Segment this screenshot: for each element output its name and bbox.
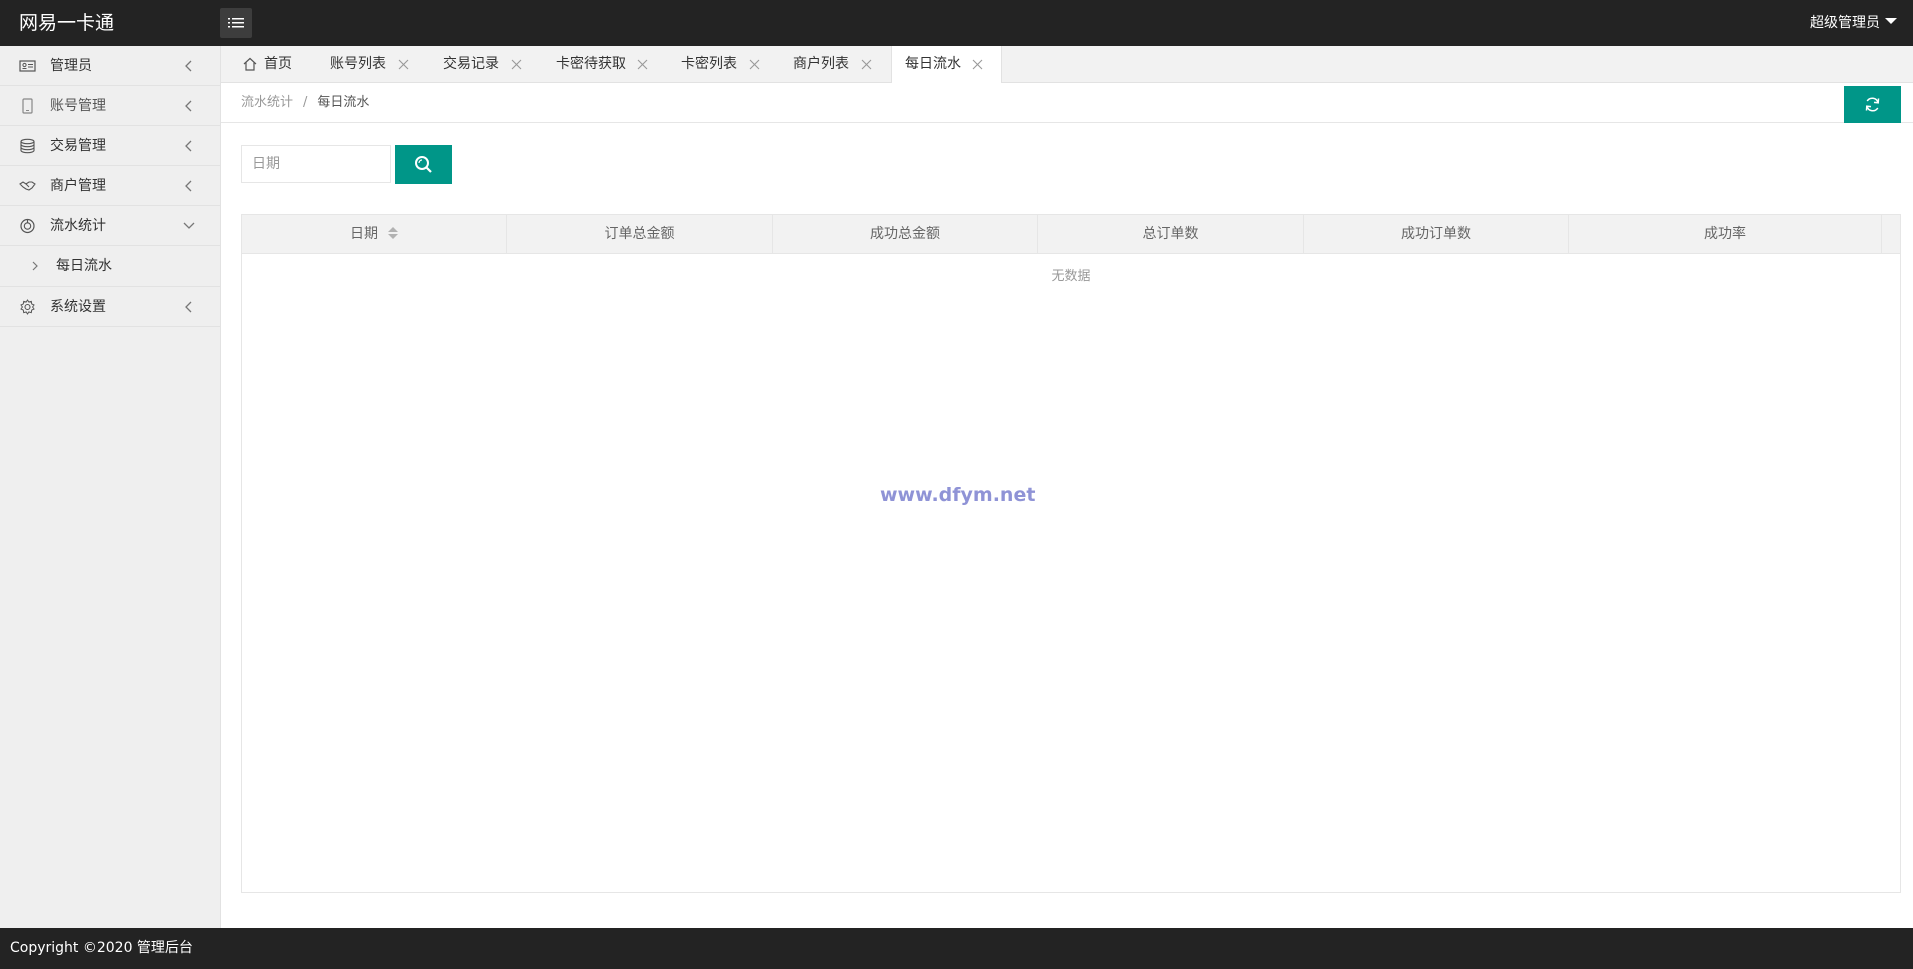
- sidebar-item-label: 管理员: [50, 58, 92, 74]
- tab-merchant-list[interactable]: 商户列表: [793, 46, 893, 83]
- breadcrumb-parent[interactable]: 流水统计: [241, 95, 293, 110]
- top-header: 网易一卡通 超级管理员: [0, 0, 1913, 46]
- column-header-success-total: 成功总金额: [773, 215, 1038, 254]
- sidebar-item-admin[interactable]: 管理员: [0, 46, 220, 86]
- chevron-left-icon: [185, 60, 192, 72]
- empty-state-text: 无数据: [1051, 269, 1091, 284]
- column-header-label: 日期: [350, 226, 378, 242]
- column-header-success-rate: 成功率: [1569, 215, 1882, 254]
- tab-card-list[interactable]: 卡密列表: [681, 46, 781, 83]
- chevron-left-icon: [185, 180, 192, 192]
- tab-label: 商户列表: [793, 56, 849, 72]
- close-icon[interactable]: [511, 59, 522, 70]
- breadcrumb-bar: 流水统计 / 每日流水: [221, 83, 1913, 123]
- sidebar-item-label: 系统设置: [50, 299, 106, 315]
- home-icon: [243, 57, 257, 71]
- tab-trade-records[interactable]: 交易记录: [443, 46, 543, 83]
- sidebar-item-merchant[interactable]: 商户管理: [0, 166, 220, 206]
- tab-label: 每日流水: [905, 56, 961, 72]
- chevron-down-icon: [183, 222, 195, 229]
- sidebar-item-label: 流水统计: [50, 218, 106, 234]
- breadcrumb-current: 每日流水: [317, 95, 370, 110]
- close-icon[interactable]: [398, 59, 409, 70]
- column-header-label: 总订单数: [1142, 226, 1199, 242]
- chart-icon: [20, 218, 35, 234]
- sidebar-item-trade[interactable]: 交易管理: [0, 126, 220, 166]
- breadcrumb: 流水统计 / 每日流水: [241, 83, 369, 123]
- close-icon[interactable]: [861, 59, 872, 70]
- tab-card-pending[interactable]: 卡密待获取: [556, 46, 666, 83]
- app-logo-title[interactable]: 网易一卡通: [19, 0, 114, 46]
- user-menu[interactable]: 超级管理员: [1810, 0, 1897, 46]
- close-icon[interactable]: [972, 59, 983, 70]
- tab-label: 首页: [264, 56, 292, 72]
- caret-down-icon: [1885, 18, 1897, 24]
- daily-flow-table: 日期 订单总金额 成功总金额 总订单数 成功订单数 成功率 无数据: [241, 214, 1901, 893]
- tab-label: 交易记录: [443, 56, 499, 72]
- tab-account-list[interactable]: 账号列表: [330, 46, 430, 83]
- tab-home[interactable]: 首页: [243, 46, 292, 83]
- tab-label: 卡密待获取: [556, 56, 626, 72]
- mobile-icon: [22, 98, 33, 114]
- breadcrumb-separator: /: [303, 95, 308, 110]
- handshake-icon: [19, 181, 36, 191]
- refresh-button[interactable]: [1844, 86, 1901, 123]
- chevron-left-icon: [185, 100, 192, 112]
- column-header-order-total: 订单总金额: [507, 215, 773, 254]
- table-header: 日期 订单总金额 成功总金额 总订单数 成功订单数 成功率: [242, 215, 1900, 254]
- search-icon: [415, 156, 432, 173]
- column-header-order-count: 总订单数: [1038, 215, 1304, 254]
- sort-icon[interactable]: [388, 226, 398, 240]
- tab-label: 账号列表: [330, 56, 386, 72]
- sidebar-item-settings[interactable]: 系统设置: [0, 287, 220, 327]
- column-header-success-count: 成功订单数: [1304, 215, 1569, 254]
- column-header-label: 订单总金额: [604, 226, 675, 242]
- user-name: 超级管理员: [1810, 15, 1880, 31]
- gear-icon: [20, 299, 35, 315]
- tab-daily-flow[interactable]: 每日流水: [891, 46, 1002, 84]
- column-header-label: 成功订单数: [1401, 226, 1471, 242]
- tab-label: 卡密列表: [681, 56, 737, 72]
- sidebar-item-label: 商户管理: [50, 178, 106, 194]
- close-icon[interactable]: [637, 59, 648, 70]
- chevron-left-icon: [185, 140, 192, 152]
- sidebar-subitem-label: 每日流水: [56, 258, 112, 274]
- date-input[interactable]: [241, 145, 391, 183]
- tab-bar: 首页 账号列表 交易记录 卡密待获取 卡密列表 商户列表 每日流水: [221, 46, 1913, 84]
- sidebar-item-account[interactable]: 账号管理: [0, 86, 220, 126]
- footer-copyright: Copyright ©2020 管理后台: [10, 940, 193, 956]
- refresh-icon: [1865, 97, 1880, 112]
- sidebar-subitem-daily-flow[interactable]: 每日流水: [0, 246, 220, 287]
- sidebar: 管理员 账号管理 交易管理 商户管理 流水统计 每日流水 系统设置: [0, 46, 221, 928]
- database-icon: [20, 138, 35, 154]
- sidebar-item-label: 账号管理: [50, 98, 106, 114]
- column-header-label: 成功总金额: [870, 226, 940, 242]
- sidebar-toggle-button[interactable]: [220, 8, 252, 38]
- close-icon[interactable]: [749, 59, 760, 70]
- id-card-icon: [19, 60, 36, 72]
- watermark-text: www.dfym.net: [880, 484, 1036, 506]
- column-header-label: 成功率: [1704, 226, 1746, 242]
- sidebar-item-statistics[interactable]: 流水统计: [0, 206, 220, 246]
- chevron-right-icon: [32, 261, 38, 271]
- search-button[interactable]: [395, 145, 452, 184]
- footer: Copyright ©2020 管理后台: [0, 928, 1913, 969]
- sidebar-item-label: 交易管理: [50, 138, 106, 154]
- chevron-left-icon: [185, 301, 192, 313]
- column-header-date[interactable]: 日期: [242, 215, 507, 254]
- menu-list-icon: [228, 18, 244, 28]
